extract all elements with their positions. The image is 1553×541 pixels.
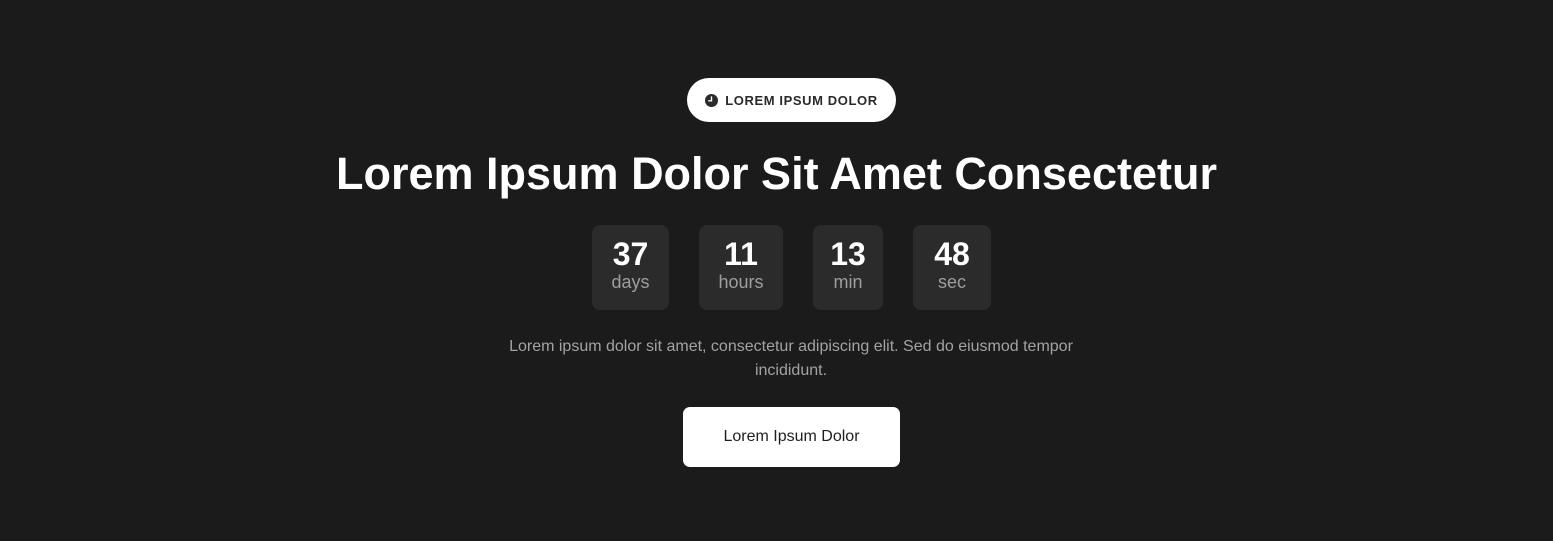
countdown-minutes-value: 13 <box>830 236 866 272</box>
countdown-hours: 11 hours <box>699 225 783 310</box>
countdown-seconds-unit: sec <box>937 272 966 292</box>
badge-label: LOREM IPSUM DOLOR <box>725 92 878 108</box>
countdown-seconds-value: 48 <box>934 236 970 272</box>
countdown-hours-value: 11 <box>724 236 758 272</box>
countdown-seconds: 48 sec <box>913 225 991 310</box>
countdown-days-unit: days <box>611 272 650 292</box>
hero-description: Lorem ipsum dolor sit amet, consectetur … <box>509 338 1073 379</box>
countdown-hero: LOREM IPSUM DOLOR Lorem Ipsum Dolor Sit … <box>0 0 1553 541</box>
countdown-hours-unit: hours <box>718 272 764 292</box>
countdown-days-value: 37 <box>612 236 649 272</box>
page-title: Lorem Ipsum Dolor Sit Amet Consectetur <box>336 148 1217 199</box>
cta-button[interactable]: Lorem Ipsum Dolor <box>683 407 900 467</box>
countdown-days: 37 days <box>592 225 669 310</box>
announcement-badge: LOREM IPSUM DOLOR <box>687 78 896 122</box>
countdown-minutes-unit: min <box>833 272 863 292</box>
clock-icon <box>705 93 719 107</box>
countdown-minutes: 13 min <box>813 225 883 310</box>
